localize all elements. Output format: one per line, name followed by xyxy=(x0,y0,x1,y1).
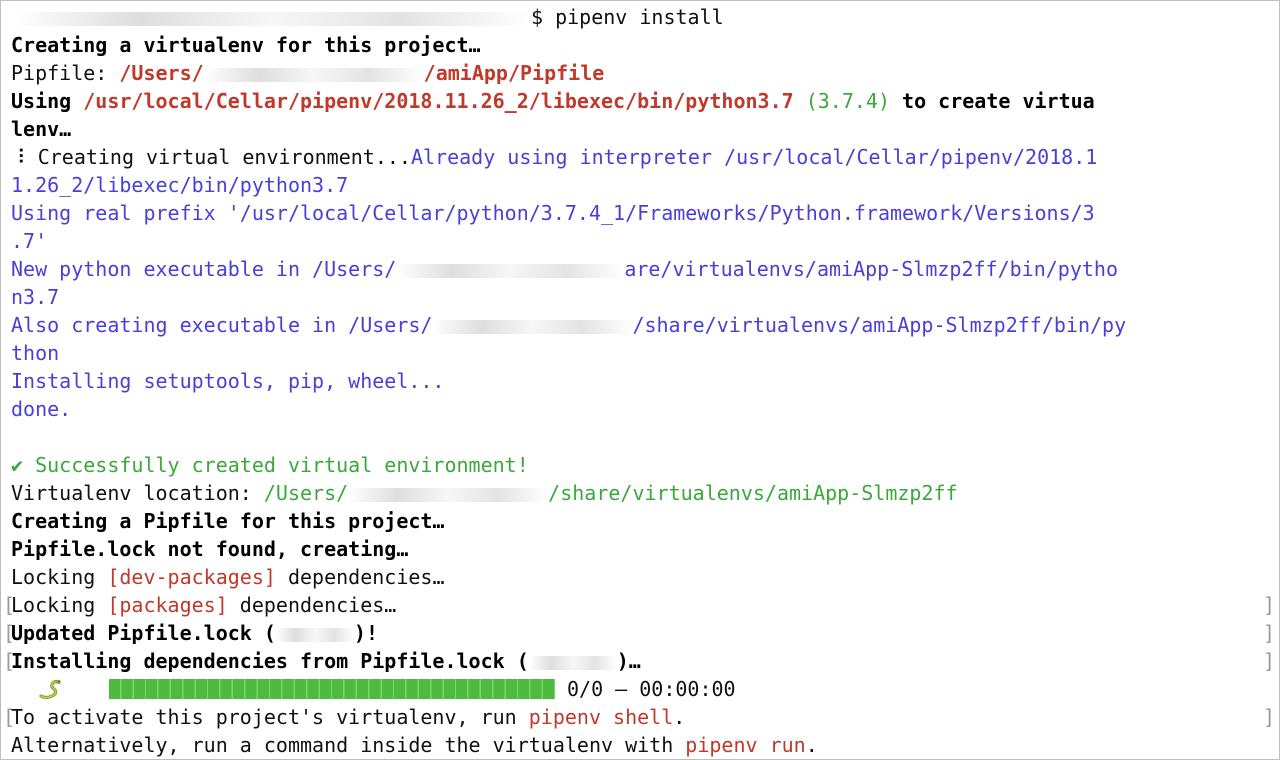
progress-line: 0/0 — 00:00:00 xyxy=(11,675,1275,703)
redacted-text xyxy=(348,487,549,502)
output-text: dependencies… xyxy=(275,565,445,589)
output-text: to create virtua xyxy=(890,89,1095,113)
output-line: Locking [dev-packages] dependencies… xyxy=(11,563,1275,591)
output-text: n3.7 xyxy=(11,285,60,309)
pipfile-path: /Users/ xyxy=(119,61,204,85)
command-text: $ pipenv install xyxy=(531,5,724,29)
output-line: Pipfile: /Users/ /amiApp/Pipfile xyxy=(11,59,1275,87)
output-text: thon xyxy=(11,341,60,365)
output-line: lenv… xyxy=(11,115,1275,143)
output-line: 1.26_2/libexec/bin/python3.7 xyxy=(11,171,1275,199)
progress-bar xyxy=(109,679,555,699)
output-line: Pipfile.lock not found, creating… xyxy=(11,535,1275,563)
redacted-prompt xyxy=(11,11,531,26)
output-text: Locking xyxy=(11,565,108,589)
command-line: $ pipenv install xyxy=(11,3,1275,31)
snake-icon xyxy=(37,678,63,700)
redacted-text xyxy=(396,263,625,278)
output-line: To activate this project's virtualenv, r… xyxy=(11,703,1275,731)
output-line: Locking [packages] dependencies… xyxy=(11,591,1275,619)
output-text: To activate this project's virtualenv, r… xyxy=(11,705,529,729)
output-text: are/virtualenvs/amiApp-Slmzp2ff/bin/pyth… xyxy=(624,257,1118,281)
redacted-text xyxy=(203,67,424,82)
redacted-hash xyxy=(528,655,617,670)
location-path: /share/virtualenvs/amiApp-Slmzp2ff xyxy=(548,481,958,505)
python-path: /usr/local/Cellar/pipenv/2018.11.26_2/li… xyxy=(83,89,794,113)
output-line: Updated Pipfile.lock ()! xyxy=(11,619,1275,647)
spinner-text: ⠸ Creating virtual environment... xyxy=(11,145,411,169)
location-label: Virtualenv location: xyxy=(11,481,264,505)
output-text: dependencies… xyxy=(227,593,397,617)
location-path: /Users/ xyxy=(263,481,349,505)
output-text: /share/virtualenvs/amiApp-Slmzp2ff/bin/p… xyxy=(632,313,1127,337)
output-text: Using xyxy=(11,89,84,113)
output-text: )! xyxy=(353,621,378,645)
redacted-hash xyxy=(275,627,354,642)
output-text: Alternatively, run a command inside the … xyxy=(11,733,686,757)
output-text: Creating a virtualenv for this project… xyxy=(11,33,481,57)
output-text: Updated Pipfile.lock ( xyxy=(11,621,276,645)
output-text: done. xyxy=(11,397,72,421)
output-line: Using /usr/local/Cellar/pipenv/2018.11.2… xyxy=(11,87,1275,115)
success-line: ✔ Successfully created virtual environme… xyxy=(11,451,1275,479)
output-line: .7' xyxy=(11,227,1275,255)
output-line: Creating a virtualenv for this project… xyxy=(11,31,1275,59)
pipfile-path: /amiApp/Pipfile xyxy=(423,61,605,85)
success-text: ✔ Successfully created virtual environme… xyxy=(11,453,529,477)
output-text: Locking xyxy=(11,593,108,617)
output-line: done. xyxy=(11,395,1275,423)
progress-text: 0/0 — 00:00:00 xyxy=(567,677,736,701)
output-text: Creating a Pipfile for this project… xyxy=(11,509,445,533)
output-text: Installing dependencies from Pipfile.loc… xyxy=(11,649,529,673)
output-text: . xyxy=(673,705,686,729)
output-text: 1.26_2/libexec/bin/python3.7 xyxy=(11,173,349,197)
output-text: Using real prefix '/usr/local/Cellar/pyt… xyxy=(11,201,1095,225)
output-text: .7' xyxy=(11,229,48,253)
packages-tag: [packages] xyxy=(107,593,228,617)
output-line: Using real prefix '/usr/local/Cellar/pyt… xyxy=(11,199,1275,227)
output-line: Virtualenv location: /Users/ /share/virtu… xyxy=(11,479,1275,507)
output-text: Also creating executable in /Users/ xyxy=(11,313,433,337)
shell-command: pipenv shell xyxy=(528,705,674,729)
output-text: Installing setuptools, pip, wheel... xyxy=(11,369,445,393)
output-line: Creating a Pipfile for this project… xyxy=(11,507,1275,535)
output-line: Installing dependencies from Pipfile.loc… xyxy=(11,647,1275,675)
output-text: New python executable in /Users/ xyxy=(11,257,397,281)
output-text: lenv… xyxy=(11,117,72,141)
output-line: n3.7 xyxy=(11,283,1275,311)
redacted-text xyxy=(432,319,633,334)
output-line: ⠸ Creating virtual environment...Already… xyxy=(11,143,1275,171)
pipfile-label: Pipfile: xyxy=(11,61,120,85)
output-text: )… xyxy=(616,649,641,673)
output-line: thon xyxy=(11,339,1275,367)
python-version: (3.7.4) xyxy=(793,89,890,113)
output-line: Also creating executable in /Users/ /shar… xyxy=(11,311,1275,339)
dev-packages-tag: [dev-packages] xyxy=(107,565,276,589)
output-text: Already using interpreter /usr/local/Cel… xyxy=(410,145,1098,169)
output-line: Installing setuptools, pip, wheel... xyxy=(11,367,1275,395)
output-line: New python executable in /Users/are/virt… xyxy=(11,255,1275,283)
output-line: Alternatively, run a command inside the … xyxy=(11,731,1275,759)
output-text: Pipfile.lock not found, creating… xyxy=(11,537,409,561)
run-command: pipenv run xyxy=(685,733,806,757)
output-text: . xyxy=(805,733,818,757)
terminal-window[interactable]: $ pipenv install Creating a virtualenv f… xyxy=(0,0,1280,760)
